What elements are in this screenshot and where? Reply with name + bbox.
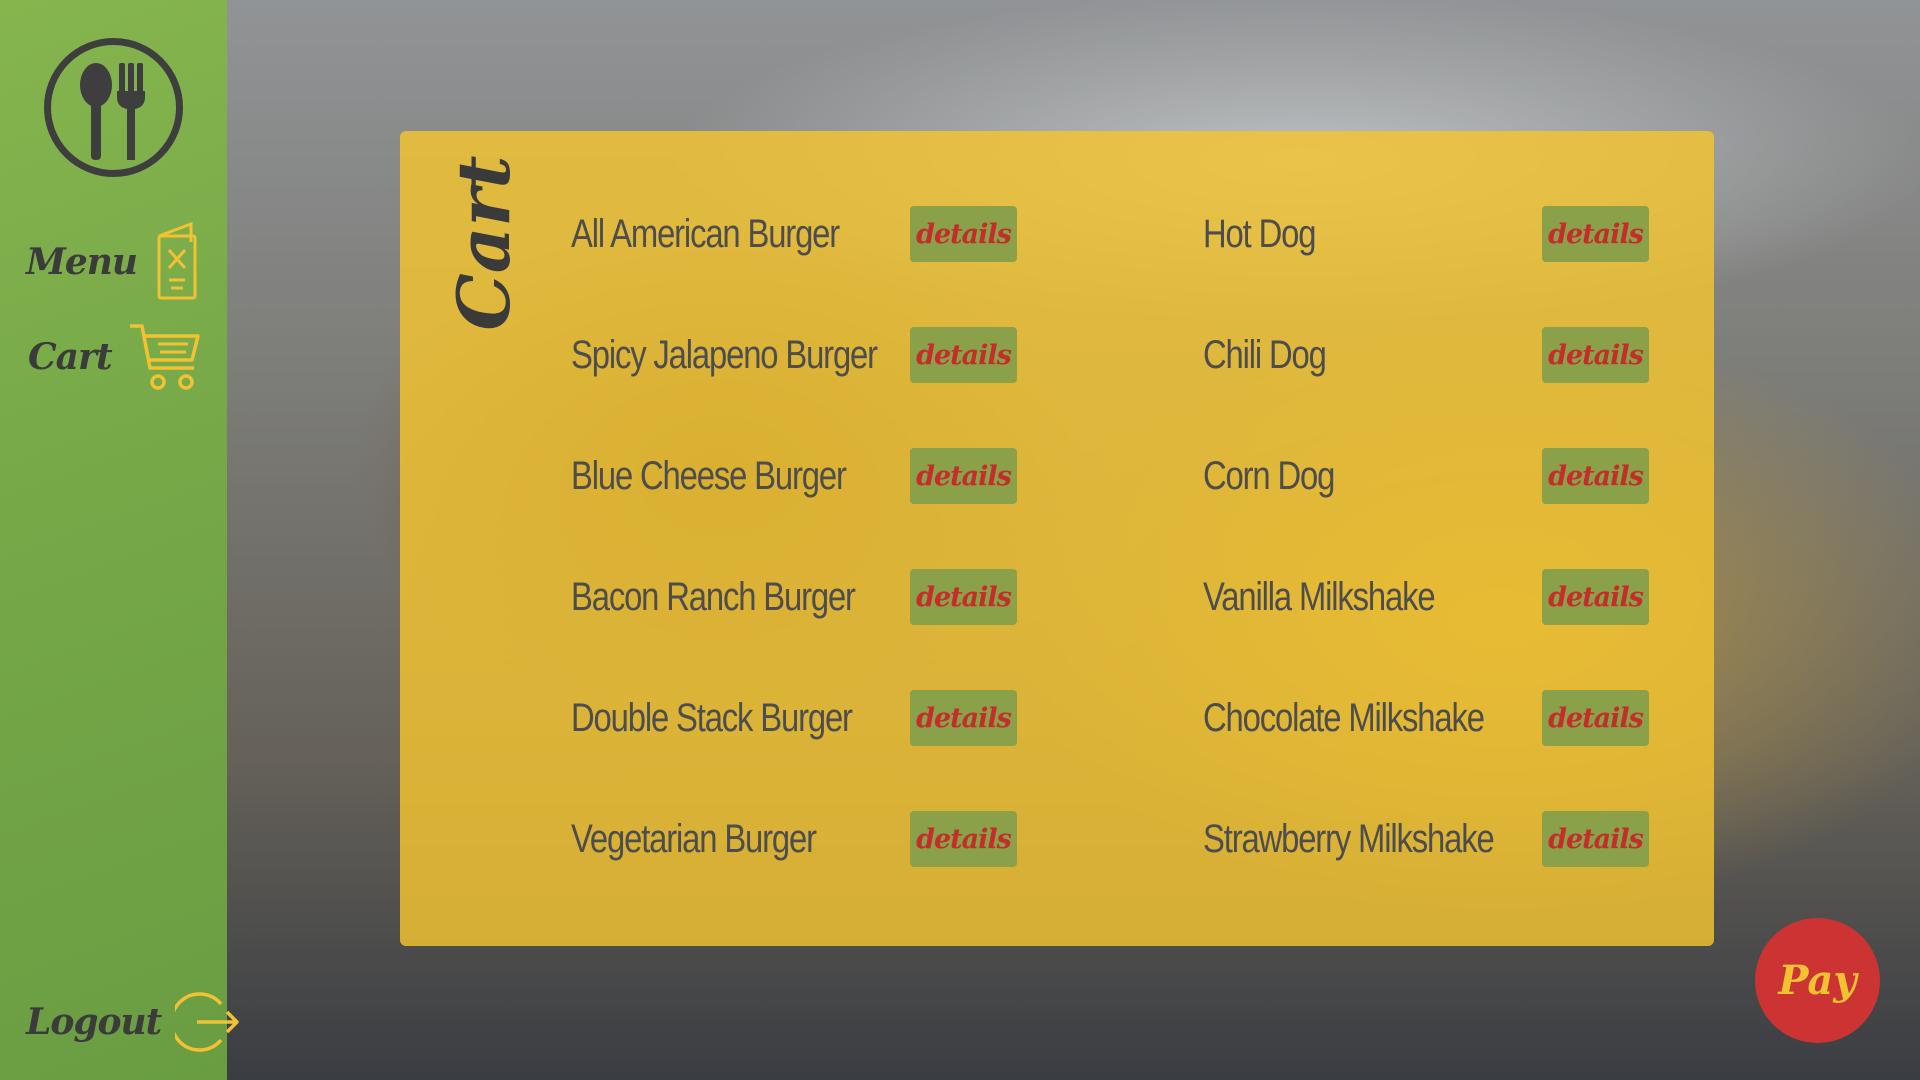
cart-item: Vegetarian Burger	[571, 811, 870, 867]
cart-title: Cart	[441, 155, 526, 330]
cart-item-name: Vegetarian Burger	[571, 816, 817, 861]
sidebar-item-cart-label: Cart	[28, 336, 113, 378]
details-button[interactable]: details	[910, 690, 1017, 746]
logo	[44, 38, 183, 177]
cart-item-name: Hot Dog	[1203, 211, 1316, 256]
cart-item-name: Vanilla Milkshake	[1203, 574, 1436, 619]
cart-item: Chocolate Milkshake	[1203, 690, 1545, 746]
details-button[interactable]: details	[910, 811, 1017, 867]
cart-item-name: Chili Dog	[1203, 332, 1327, 377]
cart-item-name: Double Stack Burger	[571, 695, 853, 740]
cart-item-name: Spicy Jalapeno Burger	[571, 332, 878, 377]
shopping-cart-icon	[129, 324, 200, 390]
menu-card-icon	[157, 222, 197, 300]
cart-item: Bacon Ranch Burger	[571, 569, 917, 625]
sidebar: Menu Cart Logout	[0, 0, 240, 1080]
cart-item-name: Corn Dog	[1203, 453, 1335, 498]
sidebar-item-logout-label: Logout	[26, 1001, 162, 1043]
details-button[interactable]: details	[1542, 569, 1649, 625]
details-button[interactable]: details	[1542, 811, 1649, 867]
pay-button[interactable]: Pay	[1755, 918, 1880, 1043]
details-button[interactable]: details	[1542, 327, 1649, 383]
details-button[interactable]: details	[910, 206, 1017, 262]
sidebar-item-cart[interactable]: Cart	[28, 322, 202, 392]
cart-item-name: Strawberry Milkshake	[1203, 816, 1495, 861]
cart-item: Spicy Jalapeno Burger	[571, 327, 944, 383]
cart-item: Double Stack Burger	[571, 690, 913, 746]
cart-item-name: Blue Cheese Burger	[571, 453, 847, 498]
details-button[interactable]: details	[1542, 206, 1649, 262]
cart-item: Blue Cheese Burger	[571, 448, 906, 504]
details-button[interactable]: details	[910, 327, 1017, 383]
spoon-fork-icon	[80, 63, 145, 160]
cart-title-text: Cart	[441, 155, 526, 331]
cart-item-name: Bacon Ranch Burger	[571, 574, 856, 619]
details-button[interactable]: details	[1542, 690, 1649, 746]
details-button[interactable]: details	[910, 569, 1017, 625]
sidebar-item-menu[interactable]: Menu	[26, 222, 199, 302]
logout-arrow-icon	[175, 992, 240, 1052]
cart-item-name: All American Burger	[571, 211, 840, 256]
cart-item: Chili Dog	[1203, 327, 1353, 383]
cart-item-name: Chocolate Milkshake	[1203, 695, 1485, 740]
cart-item: All American Burger	[571, 206, 898, 262]
sidebar-item-menu-label: Menu	[26, 241, 138, 283]
cart-item: Hot Dog	[1203, 206, 1340, 262]
cart-item: Corn Dog	[1203, 448, 1363, 504]
cart-item: Vanilla Milkshake	[1203, 569, 1485, 625]
details-button[interactable]: details	[910, 448, 1017, 504]
sidebar-item-logout[interactable]: Logout	[26, 990, 241, 1054]
details-button[interactable]: details	[1542, 448, 1649, 504]
cart-item: Strawberry Milkshake	[1203, 811, 1557, 867]
